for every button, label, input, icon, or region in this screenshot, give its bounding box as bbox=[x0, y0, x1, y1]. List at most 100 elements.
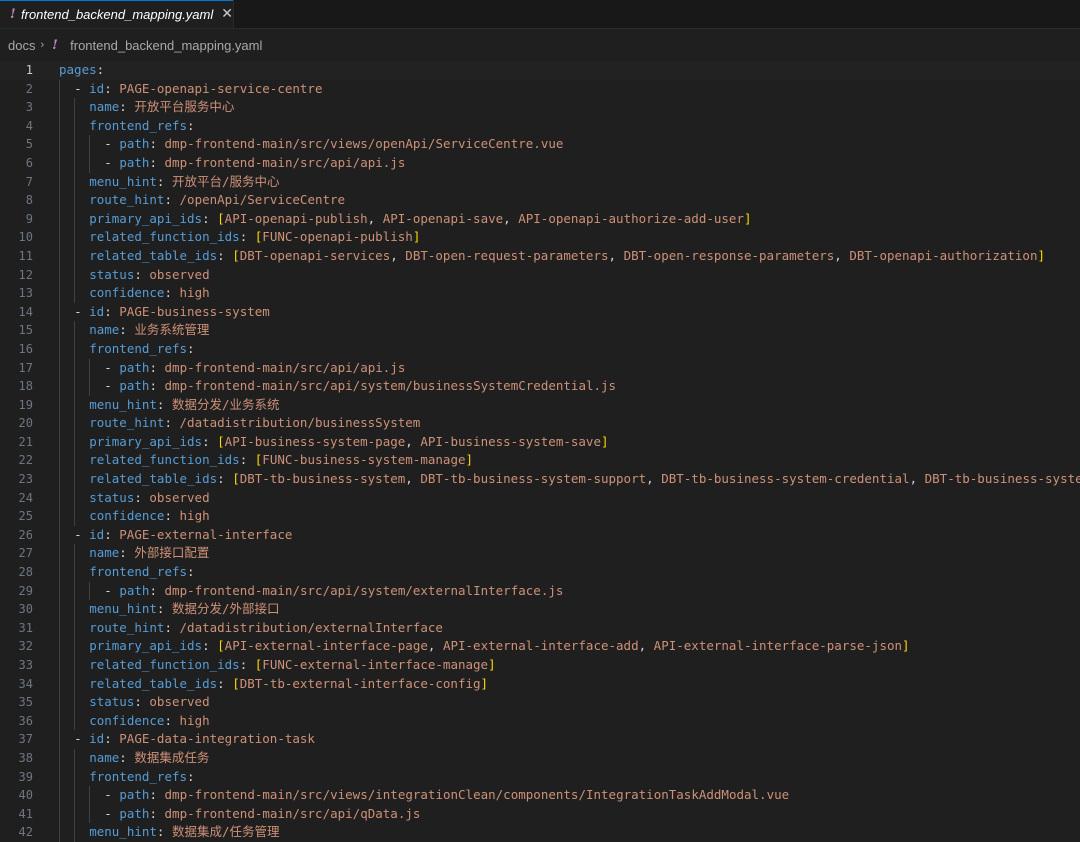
code-editor[interactable]: 1 pages: 2 - id: PAGE-openapi-service-centr… bbox=[0, 61, 1080, 842]
code-text: - path: dmp-frontend-main/src/api/system… bbox=[104, 582, 563, 601]
code-line[interactable]: 22 related_function_ids: [FUNC-business-s… bbox=[0, 451, 1080, 471]
code-token: : bbox=[149, 582, 165, 598]
code-text: confidence: high bbox=[89, 712, 209, 731]
code-token: : bbox=[202, 210, 218, 226]
indent-guide bbox=[74, 339, 76, 359]
code-token: frontend_refs bbox=[89, 768, 188, 784]
code-line[interactable]: 32 primary_api_ids: [API-external-interfa… bbox=[0, 637, 1080, 656]
yaml-bang-icon: ! bbox=[52, 37, 58, 53]
code-text: status: observed bbox=[89, 266, 209, 285]
code-token: , bbox=[390, 247, 406, 263]
code-line[interactable]: 25 confidence: high bbox=[0, 507, 1080, 526]
code-token: menu_hint bbox=[89, 601, 157, 617]
close-icon[interactable]: ✕ bbox=[221, 6, 233, 22]
indent-guide bbox=[74, 265, 76, 285]
code-token: : bbox=[104, 80, 120, 96]
code-line[interactable]: 21 primary_api_ids: [API-business-system-… bbox=[0, 432, 1080, 452]
code-line[interactable]: 37 - id: PAGE-data-integration-task bbox=[0, 730, 1080, 749]
code-line[interactable]: 16 frontend_refs: bbox=[0, 339, 1080, 359]
indent-guide bbox=[74, 451, 76, 471]
indent-guide bbox=[74, 544, 76, 564]
code-token: name bbox=[89, 749, 120, 765]
code-token: id bbox=[89, 731, 105, 747]
code-text: - path: dmp-frontend-main/src/api/api.js bbox=[104, 359, 405, 378]
code-line[interactable]: 42 menu_hint: 数据集成/任务管理 bbox=[0, 823, 1080, 842]
code-line[interactable]: 41 - path: dmp-frontend-main/src/api/qDat… bbox=[0, 804, 1080, 824]
code-line[interactable]: 11 related_table_ids: [DBT-openapi-servic… bbox=[0, 246, 1080, 266]
code-line[interactable]: 8 route_hint: /openApi/ServiceCentre bbox=[0, 191, 1080, 210]
code-line[interactable]: 35 status: observed bbox=[0, 693, 1080, 712]
code-line[interactable]: 13 confidence: high bbox=[0, 284, 1080, 303]
code-line[interactable]: 9 primary_api_ids: [API-openapi-publish, … bbox=[0, 209, 1080, 229]
code-line[interactable]: 3 name: 开放平台服务中心 bbox=[0, 98, 1080, 117]
line-number: 15 bbox=[18, 323, 33, 338]
line-number: 28 bbox=[18, 565, 33, 580]
code-line[interactable]: 1 pages: bbox=[0, 61, 1080, 80]
indent-guide bbox=[59, 339, 60, 359]
code-line[interactable]: 31 route_hint: /datadistribution/external… bbox=[0, 618, 1080, 638]
indent-guide bbox=[59, 581, 60, 601]
indent-guide bbox=[59, 488, 60, 508]
code-line[interactable]: 23 related_table_ids: [DBT-tb-business-sy… bbox=[0, 470, 1080, 489]
indent-guide bbox=[89, 135, 91, 154]
tab-label[interactable]: frontend_backend_mapping.yaml bbox=[21, 7, 213, 22]
indent-guide bbox=[74, 488, 76, 508]
breadcrumb-folder[interactable]: docs bbox=[8, 38, 35, 53]
code-line[interactable]: 18 - path: dmp-frontend-main/src/api/syst… bbox=[0, 377, 1080, 396]
line-number: 27 bbox=[18, 546, 33, 561]
code-token: [ bbox=[217, 210, 225, 226]
breadcrumb-file[interactable]: frontend_backend_mapping.yaml bbox=[70, 38, 262, 53]
code-line[interactable]: 4 frontend_refs: bbox=[0, 116, 1080, 136]
line-number: 33 bbox=[18, 658, 33, 672]
code-token: /datadistribution/businessSystem bbox=[179, 415, 421, 431]
code-line[interactable]: 38 name: 数据集成任务 bbox=[0, 748, 1080, 768]
code-line[interactable]: 28 frontend_refs: bbox=[0, 563, 1080, 582]
line-number: 2 bbox=[25, 81, 33, 96]
tab-frontend-backend-mapping[interactable]: ! frontend_backend_mapping.yaml ✕ bbox=[0, 0, 234, 28]
code-token: , bbox=[608, 247, 624, 263]
code-text: primary_api_ids: [API-business-system-pa… bbox=[89, 433, 608, 452]
code-line[interactable]: 15 name: 业务系统管理 bbox=[0, 321, 1080, 340]
code-line[interactable]: 19 menu_hint: 数据分发/业务系统 bbox=[0, 395, 1080, 415]
chevron-right-icon: › bbox=[40, 39, 45, 51]
code-line[interactable]: 17 - path: dmp-frontend-main/src/api/api.… bbox=[0, 358, 1080, 378]
code-line[interactable]: 33 related_function_ids: [FUNC-external-i… bbox=[0, 656, 1080, 675]
code-line[interactable]: 10 related_function_ids: [FUNC-openapi-pu… bbox=[0, 228, 1080, 247]
code-line[interactable]: 20 route_hint: /datadistribution/business… bbox=[0, 414, 1080, 433]
indent-guide bbox=[59, 618, 60, 638]
code-line[interactable]: 5 - path: dmp-frontend-main/src/views/ope… bbox=[0, 135, 1080, 154]
code-line[interactable]: 26 - id: PAGE-external-interface bbox=[0, 525, 1080, 545]
code-token: : bbox=[149, 787, 165, 803]
code-token: , bbox=[367, 210, 383, 226]
line-number: 5 bbox=[25, 137, 33, 152]
code-line[interactable]: 12 status: observed bbox=[0, 265, 1080, 285]
code-line[interactable]: 39 frontend_refs: bbox=[0, 767, 1080, 787]
code-line[interactable]: 2 - id: PAGE-openapi-service-centre bbox=[0, 79, 1080, 99]
code-line[interactable]: 24 status: observed bbox=[0, 488, 1080, 508]
code-line[interactable]: 7 menu_hint: 开放平台/服务中心 bbox=[0, 172, 1080, 192]
code-line[interactable]: 6 - path: dmp-frontend-main/src/api/api.j… bbox=[0, 153, 1080, 173]
code-token: id bbox=[89, 80, 105, 96]
code-token: related_function_ids bbox=[89, 452, 240, 468]
indent-guide bbox=[59, 191, 60, 210]
code-line[interactable]: 30 menu_hint: 数据分发/外部接口 bbox=[0, 600, 1080, 619]
code-token: frontend_refs bbox=[89, 117, 188, 133]
code-token: : bbox=[202, 433, 218, 449]
indent-guide bbox=[59, 563, 60, 582]
indent-guide bbox=[89, 377, 91, 396]
code-text: menu_hint: 数据分发/业务系统 bbox=[89, 396, 279, 415]
code-token: - bbox=[74, 731, 90, 747]
code-line[interactable]: 29 - path: dmp-frontend-main/src/api/syst… bbox=[0, 581, 1080, 601]
code-line[interactable]: 34 related_table_ids: [DBT-tb-external-in… bbox=[0, 674, 1080, 694]
code-text: frontend_refs: bbox=[89, 340, 194, 359]
code-line[interactable]: 14 - id: PAGE-business-system bbox=[0, 302, 1080, 322]
line-number: 9 bbox=[25, 211, 33, 226]
code-token: : bbox=[164, 192, 180, 208]
code-token: - bbox=[74, 303, 90, 319]
code-line[interactable]: 36 confidence: high bbox=[0, 711, 1080, 731]
code-token: : bbox=[156, 601, 172, 617]
code-line[interactable]: 40 - path: dmp-frontend-main/src/views/in… bbox=[0, 786, 1080, 805]
line-number: 21 bbox=[18, 434, 33, 449]
code-line[interactable]: 27 name: 外部接口配置 bbox=[0, 544, 1080, 564]
code-token: dmp-frontend-main/src/views/openApi/Serv… bbox=[164, 136, 564, 152]
